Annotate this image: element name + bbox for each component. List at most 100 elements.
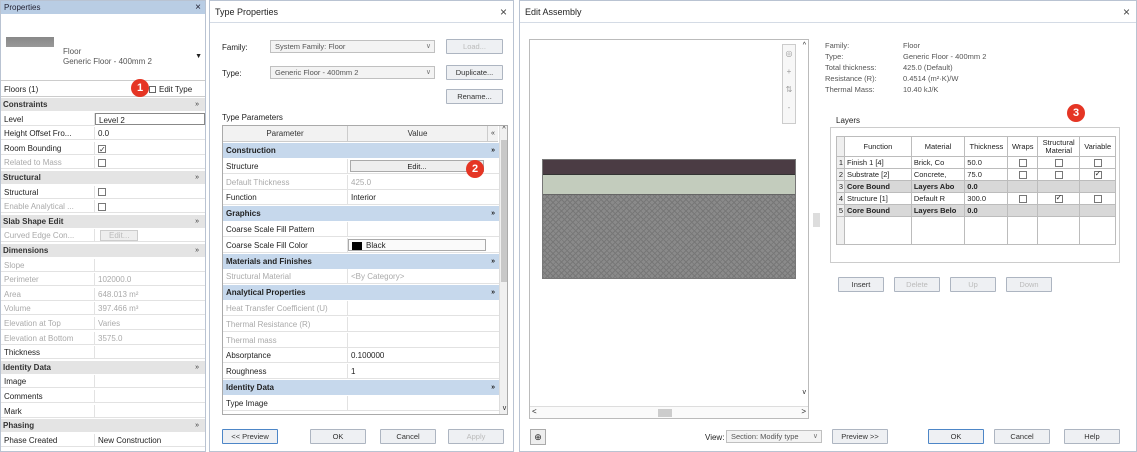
parameter-value[interactable]	[348, 222, 499, 237]
view-dropdown[interactable]: Section: Modify type ∨	[726, 430, 822, 443]
scroll-up-icon[interactable]: ^	[803, 42, 806, 49]
layer-function[interactable]: Core Bound	[843, 180, 912, 193]
layer-row[interactable]: 1 Finish 1 [4] Brick, Co 50.0	[836, 156, 1116, 169]
property-value[interactable]	[95, 142, 205, 155]
property-value[interactable]	[95, 186, 205, 199]
view-cube-icon[interactable]: ◎ + ⇅ -	[782, 44, 796, 124]
property-value[interactable]: New Construction	[95, 434, 205, 447]
checkbox[interactable]	[1054, 159, 1063, 167]
scrollbar-down-icon[interactable]: v	[500, 405, 507, 412]
layer-function[interactable]: Core Bound	[843, 204, 912, 217]
layer-thickness[interactable]: 75.0	[964, 168, 1009, 181]
ok-button[interactable]: OK	[310, 429, 366, 444]
help-button[interactable]: Help	[1064, 429, 1120, 444]
cancel-button[interactable]: Cancel	[994, 429, 1050, 444]
edit-type-icon[interactable]	[149, 86, 156, 93]
layer-material[interactable]: Brick, Co	[910, 156, 966, 169]
cancel-button[interactable]: Cancel	[380, 429, 436, 444]
collapse-icon[interactable]: »	[195, 171, 199, 184]
collapse-icon[interactable]: »	[195, 215, 199, 228]
property-value[interactable]: Level 2	[95, 112, 205, 125]
collapse-icon[interactable]: «	[488, 126, 498, 142]
layer-variable[interactable]	[1079, 192, 1116, 205]
down-button[interactable]: Down	[1006, 277, 1052, 292]
checkbox[interactable]	[1054, 171, 1063, 179]
layer-variable[interactable]	[1079, 168, 1116, 181]
insert-button[interactable]: Insert	[838, 277, 884, 292]
vertical-scrollbar[interactable]	[799, 54, 807, 384]
apply-button[interactable]: Apply	[448, 429, 504, 444]
checkbox[interactable]	[98, 143, 106, 154]
type-dropdown[interactable]: Generic Floor - 400mm 2 ∨	[270, 66, 435, 79]
layer-structural[interactable]	[1037, 192, 1081, 205]
scrollbar[interactable]: ^ v	[499, 126, 507, 414]
checkbox[interactable]	[98, 188, 106, 197]
preview-pane[interactable]: ◎ + ⇅ - ^ v < >	[529, 39, 809, 419]
property-value[interactable]	[95, 375, 205, 389]
property-value[interactable]: 0.0	[95, 127, 205, 141]
checkbox[interactable]	[1018, 195, 1027, 203]
edit-type-button[interactable]: Edit Type	[159, 85, 192, 94]
layer-function[interactable]: Finish 1 [4]	[843, 156, 912, 169]
scroll-left-icon[interactable]: <	[532, 407, 537, 416]
collapse-icon[interactable]: »	[195, 98, 199, 111]
scrollbar-thumb[interactable]	[658, 409, 672, 417]
scrollbar-up-icon[interactable]: ^	[500, 126, 507, 133]
checkbox[interactable]	[1018, 171, 1027, 179]
close-icon[interactable]: ×	[1123, 1, 1130, 23]
type-selector[interactable]: Floor Generic Floor - 400mm 2 ▼	[1, 15, 205, 81]
parameter-value[interactable]: 1	[348, 364, 499, 380]
layer-material[interactable]: Default R	[910, 192, 966, 205]
zoom-icon[interactable]: ⊕	[530, 429, 546, 445]
collapse-icon[interactable]: »	[195, 419, 199, 432]
collapse-icon[interactable]: »	[491, 143, 495, 158]
structure-edit-button[interactable]: Edit...	[350, 159, 484, 172]
layer-wraps[interactable]	[1007, 156, 1039, 169]
layer-row[interactable]: 3 Core Bound Layers Abo 0.0	[836, 180, 1116, 193]
delete-button[interactable]: Delete	[894, 277, 940, 292]
parameter-value[interactable]	[348, 396, 499, 411]
layer-function[interactable]: Structure [1]	[843, 192, 912, 205]
layer-structural[interactable]	[1037, 156, 1081, 169]
preview-button[interactable]: << Preview	[222, 429, 278, 444]
layer-thickness[interactable]: 300.0	[964, 192, 1009, 205]
layer-structural[interactable]	[1037, 168, 1081, 181]
layer-material[interactable]: Layers Abo	[910, 180, 966, 193]
scroll-down-icon[interactable]: v	[803, 389, 807, 396]
collapse-icon[interactable]: »	[491, 380, 495, 395]
collapse-icon[interactable]: »	[491, 206, 495, 221]
checkbox[interactable]	[1093, 195, 1102, 203]
layer-row[interactable]: 2 Substrate [2] Concrete, 75.0	[836, 168, 1116, 181]
collapse-icon[interactable]: »	[491, 285, 495, 300]
color-button[interactable]: Black	[348, 238, 486, 251]
close-icon[interactable]: ×	[195, 1, 201, 14]
collapse-icon[interactable]: »	[195, 361, 199, 374]
layer-material[interactable]: Concrete,	[910, 168, 966, 181]
duplicate-button[interactable]: Duplicate...	[446, 65, 503, 80]
layer-row[interactable]: 5 Core Bound Layers Belo 0.0	[836, 204, 1116, 217]
layer-material[interactable]: Layers Belo	[910, 204, 966, 217]
checkbox[interactable]	[1093, 170, 1102, 179]
rename-button[interactable]: Rename...	[446, 89, 503, 104]
layer-thickness[interactable]: 50.0	[964, 156, 1009, 169]
scrollbar-thumb[interactable]	[501, 140, 507, 282]
chevron-down-icon[interactable]: ▼	[195, 53, 202, 60]
layer-thickness[interactable]: 0.0	[964, 204, 1009, 217]
property-value[interactable]	[95, 390, 205, 403]
close-icon[interactable]: ×	[500, 1, 507, 23]
collapse-icon[interactable]: »	[195, 244, 199, 257]
collapse-icon[interactable]: »	[491, 254, 495, 269]
property-value[interactable]	[95, 346, 205, 360]
scroll-right-icon[interactable]: >	[801, 407, 806, 416]
checkbox[interactable]	[1054, 194, 1063, 203]
layer-row[interactable]: 4 Structure [1] Default R 300.0	[836, 192, 1116, 205]
up-button[interactable]: Up	[950, 277, 996, 292]
preview-button[interactable]: Preview >>	[832, 429, 888, 444]
layer-wraps[interactable]	[1007, 192, 1039, 205]
checkbox[interactable]	[1093, 159, 1102, 167]
horizontal-scrollbar[interactable]: < >	[530, 406, 808, 418]
layer-variable[interactable]	[1079, 156, 1116, 169]
load-button[interactable]: Load...	[446, 39, 503, 54]
property-value[interactable]	[95, 405, 205, 418]
layer-thickness[interactable]: 0.0	[964, 180, 1009, 193]
